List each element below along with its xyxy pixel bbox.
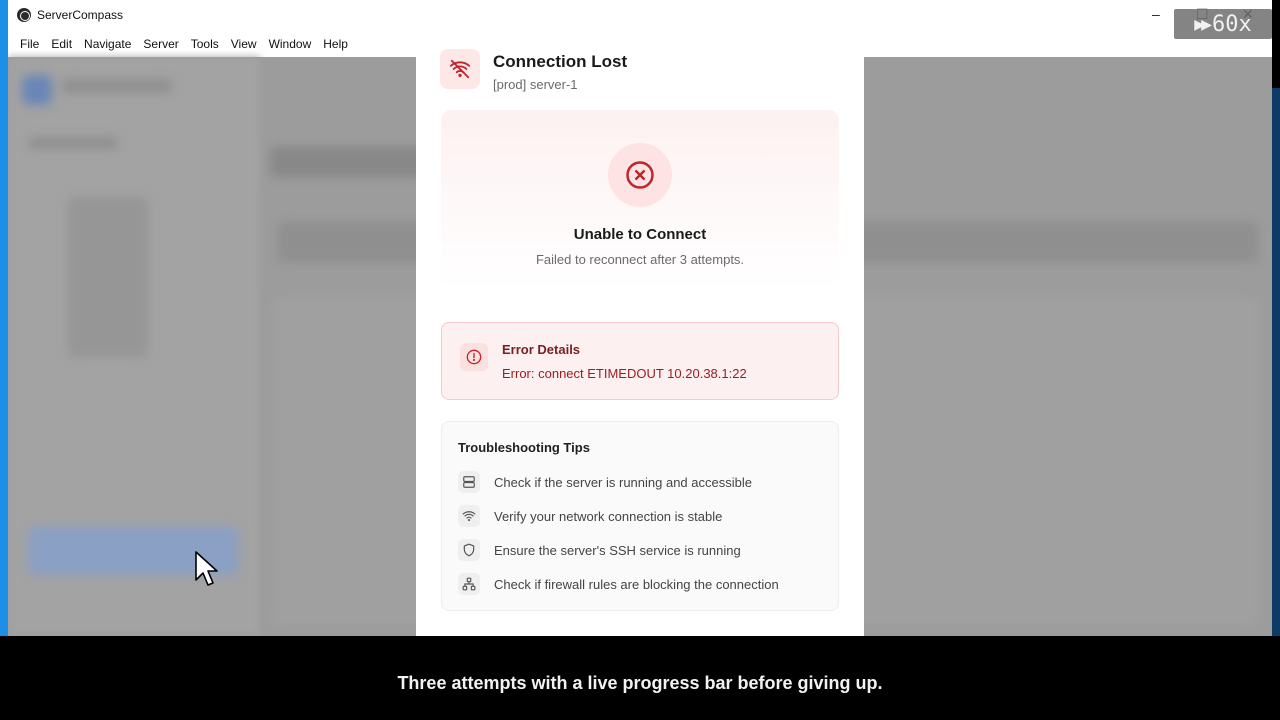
mouse-cursor [194, 550, 218, 595]
tip-text: Check if firewall rules are blocking the… [494, 576, 779, 592]
error-message: Error: connect ETIMEDOUT 10.20.38.1:22 [502, 366, 747, 381]
x-circle-icon [608, 143, 672, 207]
desktop-background-right [1272, 88, 1280, 636]
blurred-text [62, 79, 172, 93]
tip-text: Ensure the server's SSH service is runni… [494, 542, 741, 558]
tip-text: Check if the server is running and acces… [494, 474, 752, 490]
network-icon [458, 573, 480, 595]
blurred-logo [22, 75, 52, 105]
blurred-nav [68, 197, 148, 357]
wifi-icon [458, 505, 480, 527]
blurred-heading [270, 147, 430, 177]
desktop-background [0, 0, 8, 636]
app-window: ServerCompass – ☐ ✕ File Edit Navigate S… [8, 0, 1272, 636]
playback-speed-label: 60x [1211, 11, 1252, 37]
server-icon [458, 471, 480, 493]
minimize-button[interactable]: – [1152, 6, 1160, 22]
menu-navigate[interactable]: Navigate [78, 37, 137, 51]
shield-icon [458, 539, 480, 561]
wifi-off-icon [440, 49, 480, 89]
tips-title: Troubleshooting Tips [458, 440, 590, 455]
app-logo-icon [17, 8, 31, 22]
server-name: [prod] server-1 [493, 77, 578, 92]
tip-item: Check if firewall rules are blocking the… [458, 573, 779, 595]
error-details-box: Error Details Error: connect ETIMEDOUT 1… [441, 322, 839, 400]
fast-forward-icon: ▶▶ [1194, 13, 1212, 35]
menu-window[interactable]: Window [263, 37, 318, 51]
tip-item: Check if the server is running and acces… [458, 471, 752, 493]
status-subtitle: Failed to reconnect after 3 attempts. [535, 252, 745, 267]
tip-text: Verify your network connection is stable [494, 508, 723, 524]
alert-circle-icon [460, 343, 488, 371]
menu-file[interactable]: File [14, 37, 45, 51]
menu-help[interactable]: Help [317, 37, 354, 51]
tip-item: Verify your network connection is stable [458, 505, 722, 527]
title-bar[interactable]: ServerCompass – ☐ ✕ [8, 0, 1272, 32]
menu-tools[interactable]: Tools [185, 37, 225, 51]
menu-view[interactable]: View [225, 37, 263, 51]
connection-lost-dialog: Connection Lost [prod] server-1 Unable t… [416, 49, 864, 636]
status-title: Unable to Connect [573, 226, 707, 243]
menu-bar: File Edit Navigate Server Tools View Win… [8, 32, 1272, 56]
playback-speed-badge: ▶▶ 60x [1174, 9, 1272, 39]
troubleshooting-tips: Troubleshooting Tips Check if the server… [441, 421, 839, 611]
menu-edit[interactable]: Edit [45, 37, 78, 51]
screen: ServerCompass – ☐ ✕ File Edit Navigate S… [0, 0, 1280, 720]
video-caption-bar: Three attempts with a live progress bar … [0, 636, 1280, 720]
error-title: Error Details [502, 342, 581, 357]
window-title: ServerCompass [37, 8, 124, 22]
blurred-text [28, 137, 118, 149]
dialog-title: Connection Lost [493, 52, 628, 71]
caption-text: Three attempts with a live progress bar … [397, 673, 883, 693]
menu-server[interactable]: Server [137, 37, 184, 51]
tip-item: Ensure the server's SSH service is runni… [458, 539, 741, 561]
